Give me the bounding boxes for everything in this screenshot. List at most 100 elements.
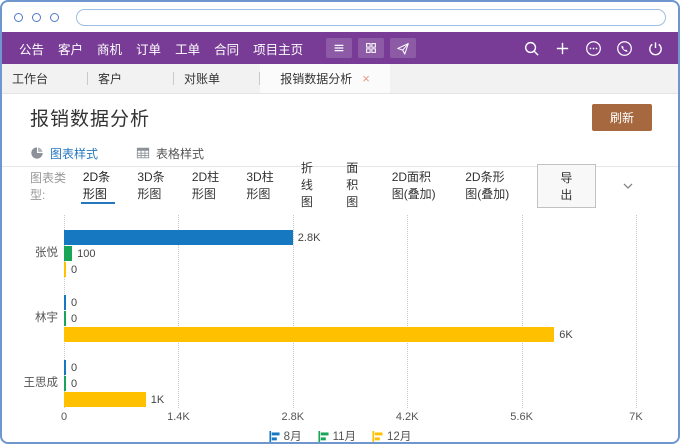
view-toggle-chart-style[interactable]: 图表样式 (30, 145, 98, 162)
nav-items: 公告客户商机订单工单合同项目主页 (12, 39, 310, 58)
table-icon (136, 146, 150, 160)
nav-item-7[interactable]: 项目主页 (246, 39, 310, 58)
chart-type-6[interactable]: 面积图 (344, 167, 369, 204)
menu-icon (332, 41, 346, 55)
chart-type-5[interactable]: 折线图 (299, 167, 324, 204)
view-toggle-table-style[interactable]: 表格样式 (136, 145, 204, 162)
bar-row: 1K (64, 392, 636, 407)
nav-item-3[interactable]: 商机 (90, 39, 129, 58)
category-label: 张悦 (2, 246, 58, 261)
chart-type-2[interactable]: 3D条形图 (135, 167, 170, 204)
bar[interactable] (64, 376, 66, 391)
window-control-icon[interactable] (14, 13, 23, 22)
send-icon (396, 41, 410, 55)
nav-item-6[interactable]: 合同 (207, 39, 246, 58)
nav-item-2[interactable]: 客户 (51, 39, 90, 58)
bar[interactable] (64, 311, 66, 326)
x-axis-tick: 2.8K (281, 411, 304, 423)
tab-label: 工作台 (12, 70, 48, 87)
tab-bar: 工作台 客户 对账单 报销数据分析 × (2, 64, 678, 94)
tab-close-icon[interactable]: × (362, 72, 370, 85)
legend-label: 8月 (284, 428, 302, 444)
chart-legend: 8月 11月 12月 (2, 428, 678, 444)
bar-row: 100 (64, 246, 636, 261)
bar-value-label: 1K (151, 394, 164, 406)
window-control-icon[interactable] (50, 13, 59, 22)
x-axis-tick: 1.4K (167, 411, 190, 423)
bar-row: 0 (64, 262, 636, 277)
chart-type-4[interactable]: 3D柱形图 (244, 167, 279, 204)
legend-marker-icon (269, 431, 280, 442)
nav-icon-buttons (326, 38, 416, 58)
search-icon[interactable] (523, 40, 540, 57)
bar-value-label: 0 (71, 264, 77, 276)
bar-row: 0 (64, 311, 636, 326)
nav-item-1[interactable]: 公告 (12, 39, 51, 58)
plot-area: 2.8K1000006K001K (64, 215, 636, 408)
legend-label: 12月 (387, 428, 411, 444)
page-title: 报销数据分析 (30, 104, 150, 131)
app-window: 公告客户商机订单工单合同项目主页 工作台客户对账单报销数据分析× 报销数据分析 … (0, 0, 680, 444)
bar[interactable] (64, 360, 66, 375)
legend-marker-icon (318, 431, 329, 442)
chevron-down-icon[interactable] (622, 180, 634, 192)
nav-right-icons (523, 40, 664, 57)
legend-item[interactable]: 11月 (318, 428, 356, 444)
bar-row: 0 (64, 295, 636, 310)
legend-label: 11月 (333, 428, 356, 444)
bar[interactable] (64, 230, 293, 245)
window-control-icon[interactable] (32, 13, 41, 22)
bar-value-label: 0 (71, 313, 77, 325)
tab-2[interactable]: 客户 (88, 64, 174, 93)
category-label: 王思成 (2, 376, 58, 391)
bar[interactable] (64, 392, 146, 407)
address-bar-input[interactable] (76, 9, 666, 26)
chart-plot-region: 2.8K1000006K001K 张悦林宇王思成 (2, 215, 678, 408)
legend-item[interactable]: 12月 (372, 428, 411, 444)
bar[interactable] (64, 295, 66, 310)
x-axis-tick: 5.6K (510, 411, 533, 423)
power-icon[interactable] (647, 40, 664, 57)
view-toggles: 图表样式 表格样式 (2, 140, 678, 166)
bar[interactable] (64, 246, 72, 261)
chart-type-1[interactable]: 2D条形图 (81, 167, 116, 204)
export-button[interactable]: 导出 (537, 164, 596, 208)
bar-value-label: 0 (71, 297, 77, 309)
bar[interactable] (64, 262, 66, 277)
chart-type-label: 图表类型: (30, 169, 67, 203)
tab-4[interactable]: 报销数据分析 × (260, 64, 390, 93)
more-icon[interactable] (585, 40, 602, 57)
bar[interactable] (64, 327, 554, 342)
nav-item-5[interactable]: 工单 (168, 39, 207, 58)
main-nav: 公告客户商机订单工单合同项目主页 (2, 32, 678, 64)
bar-row: 2.8K (64, 230, 636, 245)
tab-label: 对账单 (184, 70, 220, 87)
tab-1[interactable]: 工作台 (2, 64, 88, 93)
nav-item-4[interactable]: 订单 (129, 39, 168, 58)
chart-type-7[interactable]: 2D面积图(叠加) (390, 167, 444, 204)
menu-button[interactable] (326, 38, 352, 58)
tab-3[interactable]: 对账单 (174, 64, 260, 93)
phone-icon[interactable] (616, 40, 633, 57)
legend-item[interactable]: 8月 (269, 428, 302, 444)
view-toggle-label: 图表样式 (50, 145, 98, 162)
grid-icon (364, 41, 378, 55)
grid-button[interactable] (358, 38, 384, 58)
x-axis-tick: 7K (629, 411, 642, 423)
gridline (636, 215, 637, 408)
chart-type-list: 2D条形图 3D条形图 2D柱形图 3D柱形图折线图面积图 2D面积图(叠加) 2D条形图… (81, 167, 537, 204)
bar-value-label: 6K (559, 329, 572, 341)
chart-type-controls: 图表类型: 2D条形图 3D条形图 2D柱形图 3D柱形图折线图面积图 2D面积图(叠加… (2, 167, 678, 204)
tab-label: 报销数据分析 (280, 70, 352, 87)
send-button[interactable] (390, 38, 416, 58)
x-axis: 01.4K2.8K4.2K5.6K7K (64, 411, 636, 425)
chart-type-3[interactable]: 2D柱形图 (190, 167, 225, 204)
tab-label: 客户 (98, 70, 122, 87)
chart-type-8[interactable]: 2D条形图(叠加) (463, 167, 517, 204)
bar-value-label: 2.8K (298, 232, 321, 244)
view-toggle-label: 表格样式 (156, 145, 204, 162)
refresh-button[interactable]: 刷新 (592, 104, 652, 131)
bar-value-label: 100 (77, 248, 95, 260)
bar-row: 6K (64, 327, 636, 342)
plus-icon[interactable] (554, 40, 571, 57)
